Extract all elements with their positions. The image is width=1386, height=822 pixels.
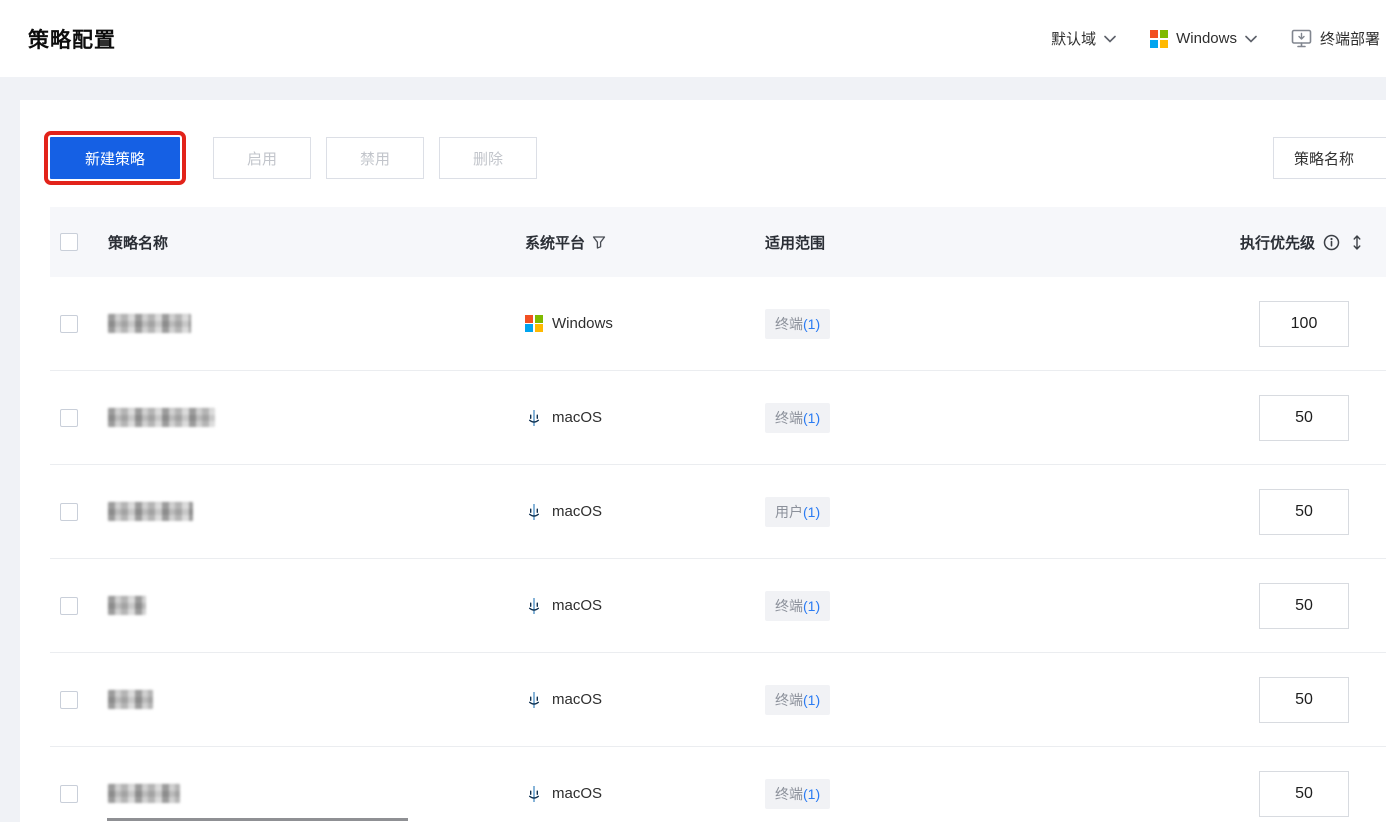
platform-name: macOS xyxy=(552,691,603,708)
delete-button[interactable]: 删除 xyxy=(439,137,537,179)
macos-icon xyxy=(525,597,543,615)
scope-count-link: (1) xyxy=(803,691,821,708)
topbar-right: 默认域 Windows 终端部署 xyxy=(1051,28,1380,49)
domain-selector[interactable]: 默认域 xyxy=(1051,28,1116,49)
row-checkbox[interactable] xyxy=(60,502,78,521)
platform-cell: macOS xyxy=(525,409,765,427)
scope-type: 终端 xyxy=(775,785,803,802)
redacted-policy-name xyxy=(108,596,146,615)
table-body: Windows 终端 (1) 100 macOS 终端 (1) 50 macOS… xyxy=(50,277,1386,822)
table-row: macOS 用户 (1) 50 xyxy=(50,465,1386,559)
redacted-policy-name xyxy=(108,408,215,427)
scope-type: 终端 xyxy=(775,691,803,708)
priority-input[interactable]: 50 xyxy=(1259,582,1349,629)
windows-logo-icon xyxy=(1150,29,1169,48)
redacted-policy-name xyxy=(108,314,191,333)
table-header-row: 策略名称 系统平台 适用范围 执行优先级 xyxy=(50,207,1386,277)
info-icon[interactable] xyxy=(1323,234,1340,251)
row-checkbox[interactable] xyxy=(60,690,78,709)
table-row: macOS 终端 (1) 50 xyxy=(50,747,1386,822)
scope-type: 用户 xyxy=(775,503,803,520)
redacted-policy-name xyxy=(108,502,193,521)
enable-button[interactable]: 启用 xyxy=(213,137,311,179)
chevron-down-icon xyxy=(1104,35,1116,43)
column-header-name: 策略名称 xyxy=(108,234,169,252)
filter-icon[interactable] xyxy=(592,235,606,249)
chevron-down-icon xyxy=(1245,35,1257,43)
disable-button[interactable]: 禁用 xyxy=(326,137,424,179)
macos-icon xyxy=(525,691,543,709)
monitor-download-icon xyxy=(1291,29,1312,48)
priority-input[interactable]: 100 xyxy=(1259,300,1349,347)
row-checkbox[interactable] xyxy=(60,596,78,615)
row-checkbox[interactable] xyxy=(60,408,78,427)
macos-icon xyxy=(525,785,543,803)
scope-count-link: (1) xyxy=(803,785,821,802)
platform-name: macOS xyxy=(552,503,603,520)
table-row: Windows 终端 (1) 100 xyxy=(50,277,1386,371)
domain-label: 默认域 xyxy=(1051,31,1097,48)
scope-count-link: (1) xyxy=(803,597,821,614)
column-header-scope: 适用范围 xyxy=(765,234,826,252)
column-header-priority-label: 执行优先级 xyxy=(1239,234,1315,252)
platform-name: macOS xyxy=(552,409,603,426)
new-policy-button[interactable]: 新建策略 xyxy=(44,131,186,185)
column-header-platform: 系统平台 xyxy=(525,232,765,253)
column-header-platform-label: 系统平台 xyxy=(525,234,586,252)
scope-badge[interactable]: 用户 (1) xyxy=(765,496,831,527)
redacted-policy-name xyxy=(108,784,180,803)
scope-badge[interactable]: 终端 (1) xyxy=(765,590,831,621)
select-all-checkbox[interactable] xyxy=(60,233,78,251)
scope-count-link: (1) xyxy=(803,503,821,520)
platform-name: macOS xyxy=(552,597,603,614)
priority-input[interactable]: 50 xyxy=(1259,394,1349,441)
column-header-priority: 执行优先级 xyxy=(1240,232,1386,253)
scope-type: 终端 xyxy=(775,315,803,332)
sort-icon[interactable] xyxy=(1352,234,1362,251)
policy-name-filter-label: 策略名称 xyxy=(1294,150,1355,168)
macos-icon xyxy=(525,409,543,427)
platform-cell: macOS xyxy=(525,503,765,521)
platform-label: Windows xyxy=(1176,30,1237,47)
policy-table: 策略名称 系统平台 适用范围 执行优先级 Windows 终端 (1) 100 … xyxy=(50,207,1386,822)
platform-name: Windows xyxy=(552,315,613,332)
platform-cell: Windows xyxy=(525,314,765,333)
toolbar: 新建策略 启用 禁用 删除 xyxy=(44,131,537,185)
platform-name: macOS xyxy=(552,785,603,802)
scope-count-link: (1) xyxy=(803,315,821,332)
row-checkbox[interactable] xyxy=(60,314,78,333)
policy-name-filter-select[interactable]: 策略名称 xyxy=(1273,137,1386,179)
scope-type: 终端 xyxy=(775,597,803,614)
table-row: macOS 终端 (1) 50 xyxy=(50,653,1386,747)
topbar: 策略配置 默认域 Windows 终端部署 xyxy=(0,0,1386,77)
platform-cell: macOS xyxy=(525,785,765,803)
windows-icon xyxy=(525,314,543,333)
priority-input[interactable]: 50 xyxy=(1259,770,1349,817)
content-card: 新建策略 启用 禁用 删除 策略名称 策略名称 系统平台 适用范围 执行优先级 xyxy=(20,100,1386,822)
table-row: macOS 终端 (1) 50 xyxy=(50,559,1386,653)
table-row: macOS 终端 (1) 50 xyxy=(50,371,1386,465)
scope-count-link: (1) xyxy=(803,409,821,426)
scope-badge[interactable]: 终端 (1) xyxy=(765,308,831,339)
platform-cell: macOS xyxy=(525,691,765,709)
platform-selector[interactable]: Windows xyxy=(1150,29,1257,48)
bottom-cutoff-bar xyxy=(107,818,408,821)
page-title: 策略配置 xyxy=(28,28,116,52)
priority-input[interactable]: 50 xyxy=(1259,676,1349,723)
scope-badge[interactable]: 终端 (1) xyxy=(765,684,831,715)
terminal-deploy-label: 终端部署 xyxy=(1319,31,1380,48)
priority-input[interactable]: 50 xyxy=(1259,488,1349,535)
scope-type: 终端 xyxy=(775,409,803,426)
platform-cell: macOS xyxy=(525,597,765,615)
scope-badge[interactable]: 终端 (1) xyxy=(765,778,831,809)
redacted-policy-name xyxy=(108,690,153,709)
terminal-deploy-button[interactable]: 终端部署 xyxy=(1291,28,1380,49)
macos-icon xyxy=(525,503,543,521)
row-checkbox[interactable] xyxy=(60,784,78,803)
scope-badge[interactable]: 终端 (1) xyxy=(765,402,831,433)
